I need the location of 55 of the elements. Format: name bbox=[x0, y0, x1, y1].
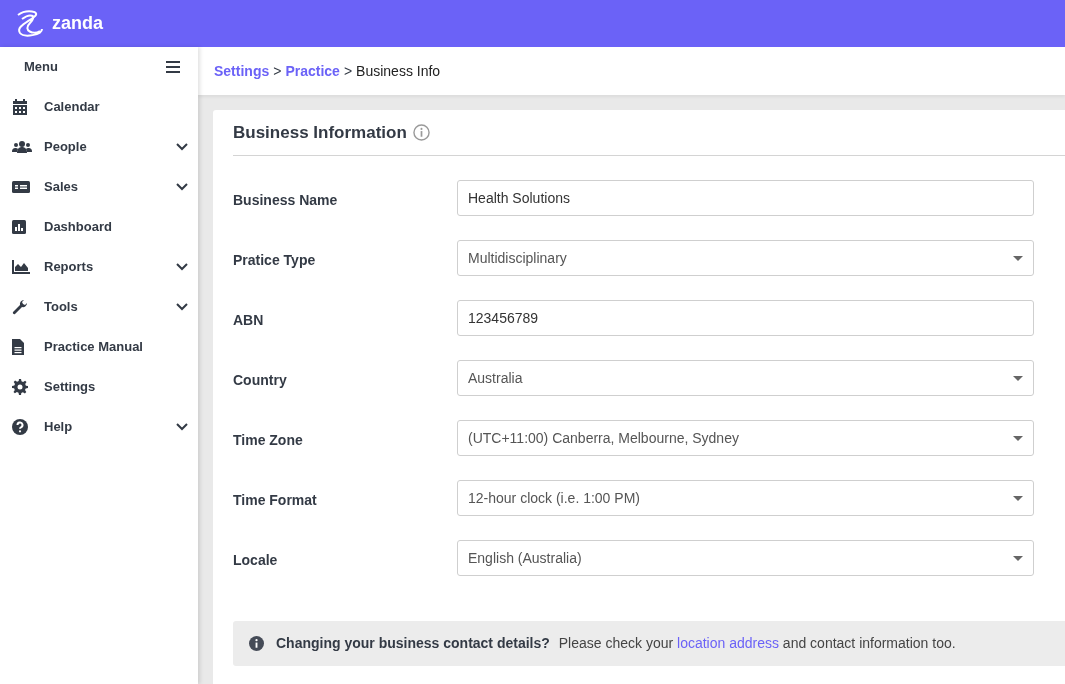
breadcrumb-separator: > bbox=[343, 61, 353, 81]
field-label: Country bbox=[233, 370, 288, 390]
caret-icon bbox=[1013, 435, 1023, 441]
sidebar-item[interactable]: Dashboard bbox=[0, 207, 198, 247]
caret-icon bbox=[1013, 375, 1023, 381]
info-icon[interactable] bbox=[412, 124, 430, 141]
field-label: Business Name bbox=[233, 190, 339, 210]
menu-icon[interactable] bbox=[166, 61, 180, 73]
chevron-down-icon[interactable] bbox=[176, 303, 188, 311]
select-field[interactable]: 12-hour clock (i.e. 1:00 PM) bbox=[457, 480, 1034, 516]
bar-chart-icon bbox=[12, 220, 26, 234]
document-icon bbox=[12, 339, 24, 355]
ticket-icon bbox=[12, 181, 30, 193]
sidebar-item[interactable]: Sales bbox=[0, 167, 198, 207]
menu-title: Menu bbox=[24, 58, 58, 77]
select-field[interactable]: English (Australia) bbox=[457, 540, 1034, 576]
breadcrumb-current: Business Info bbox=[356, 61, 441, 81]
calendar-icon bbox=[12, 99, 28, 115]
field-label: Time Zone bbox=[233, 430, 304, 450]
sidebar-item[interactable]: Practice Manual bbox=[0, 327, 198, 367]
select-field[interactable]: Australia bbox=[457, 360, 1034, 396]
sidebar-item[interactable]: Calendar bbox=[0, 87, 198, 127]
breadcrumb-separator: > bbox=[273, 61, 282, 81]
chevron-down-icon[interactable] bbox=[176, 183, 188, 191]
sidebar-item[interactable]: Reports bbox=[0, 247, 198, 287]
select-field[interactable]: Multidisciplinary bbox=[457, 240, 1034, 276]
caret-icon bbox=[1013, 255, 1023, 261]
field-label: ABN bbox=[233, 310, 265, 330]
chevron-down-icon[interactable] bbox=[176, 423, 188, 431]
sidebar-item[interactable]: Settings bbox=[0, 367, 198, 407]
input-field[interactable]: Health Solutions bbox=[457, 180, 1034, 216]
wrench-icon bbox=[12, 299, 28, 315]
logo-text: zanda bbox=[52, 12, 103, 35]
breadcrumb-link[interactable]: Settings bbox=[214, 60, 270, 82]
card-title: Business Information bbox=[233, 121, 407, 144]
field-label: Locale bbox=[233, 550, 279, 570]
chevron-down-icon[interactable] bbox=[176, 263, 188, 271]
location-address-link[interactable]: location address bbox=[677, 635, 779, 651]
input-field[interactable]: 123456789 bbox=[457, 300, 1034, 336]
question-icon bbox=[12, 419, 28, 435]
select-field[interactable]: (UTC+11:00) Canberra, Melbourne, Sydney bbox=[457, 420, 1034, 456]
area-chart-icon bbox=[12, 260, 30, 274]
caret-icon bbox=[1013, 555, 1023, 561]
notice-text: Changing your business contact details? Please check your location address and contact information too. bbox=[276, 634, 956, 653]
sidebar-item[interactable]: Tools bbox=[0, 287, 198, 327]
field-label: Time Format bbox=[233, 490, 318, 510]
people-icon bbox=[12, 140, 32, 154]
field-label: Pratice Type bbox=[233, 250, 317, 270]
breadcrumb-link[interactable]: Practice bbox=[285, 60, 340, 82]
chevron-down-icon[interactable] bbox=[176, 143, 188, 151]
sidebar-item[interactable]: Help bbox=[0, 407, 198, 447]
gear-icon bbox=[12, 379, 28, 395]
sidebar-item[interactable]: People bbox=[0, 127, 198, 167]
info-icon bbox=[249, 636, 264, 651]
caret-icon bbox=[1013, 495, 1023, 501]
